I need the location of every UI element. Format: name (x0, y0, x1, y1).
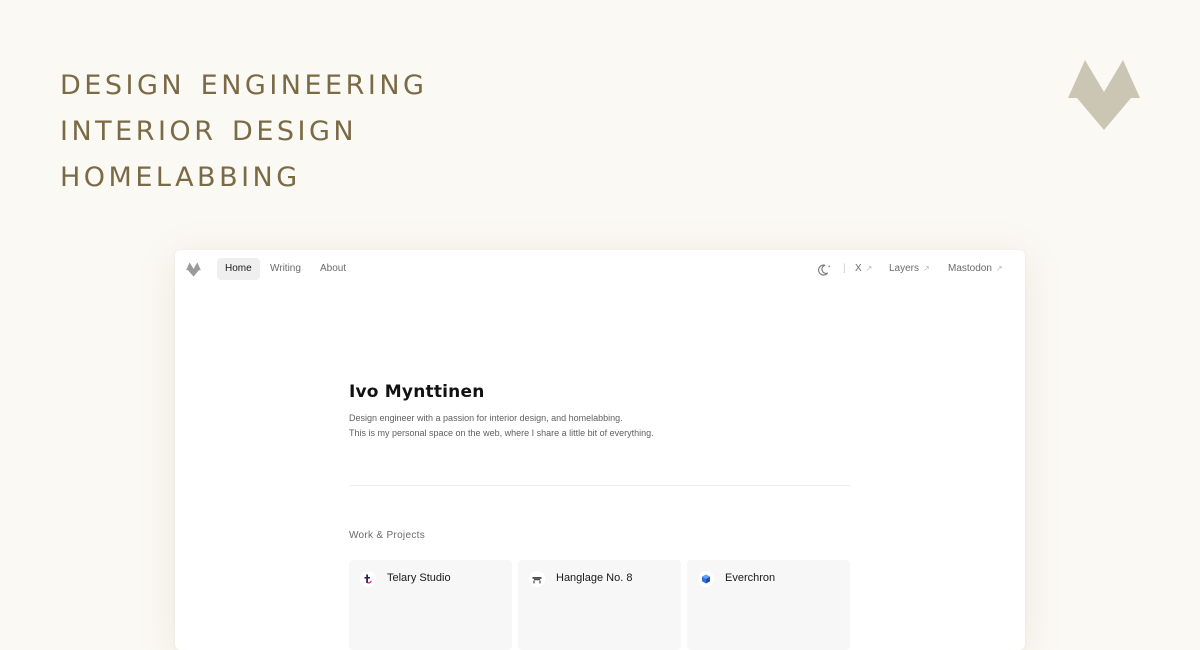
tab-about[interactable]: About (312, 258, 354, 280)
arrow-up-right-icon: ↗ (995, 264, 1003, 273)
profile-name: Ivo Mynttinen (349, 382, 485, 402)
project-title: Hanglage No. 8 (556, 572, 633, 584)
top-navigation: Home Writing About | X ↗ Layers ↗ Mastodon… (175, 250, 1025, 288)
hero-taglines: Design Engineering Interior Design Homel… (60, 58, 427, 196)
profile-bio: Design engineer with a passion for inter… (349, 413, 623, 423)
project-card-hanglage-no-8[interactable]: Hanglage No. 8 (518, 560, 681, 650)
telary-logo-icon (360, 571, 376, 587)
section-divider (349, 485, 851, 486)
tab-writing[interactable]: Writing (262, 258, 309, 280)
arrow-up-right-icon: ↗ (923, 264, 930, 273)
monogram-m-icon (1068, 60, 1140, 130)
hero-tagline: Design Engineering (60, 59, 428, 103)
moon-icon[interactable] (818, 263, 832, 277)
link-label: Layers (889, 263, 920, 274)
link-label: Mastodon (948, 263, 992, 274)
link-label: X (855, 263, 862, 274)
link-mastodon[interactable]: Mastodon ↗ (948, 263, 1003, 274)
tab-home[interactable]: Home (217, 258, 260, 280)
website-preview-window: Home Writing About | X ↗ Layers ↗ Mastodon… (175, 250, 1025, 650)
project-card-everchron[interactable]: Everchron (687, 560, 850, 650)
project-title: Everchron (725, 572, 776, 584)
nav-separator: | (843, 263, 846, 274)
monogram-m-icon[interactable] (185, 262, 202, 277)
arrow-up-right-icon: ↗ (865, 264, 873, 273)
section-heading: Work & Projects (349, 530, 425, 541)
project-title: Telary Studio (387, 572, 451, 584)
link-x[interactable]: X ↗ (855, 263, 872, 274)
everchron-logo-icon (698, 571, 714, 587)
link-layers[interactable]: Layers ↗ (889, 263, 930, 274)
project-card-telary-studio[interactable]: Telary Studio (349, 560, 512, 650)
hero-tagline: Homelabbing (60, 151, 301, 195)
hanglage-logo-icon (529, 571, 545, 587)
profile-bio: This is my personal space on the web, wh… (349, 428, 654, 438)
hero-tagline: Interior Design (60, 105, 358, 149)
